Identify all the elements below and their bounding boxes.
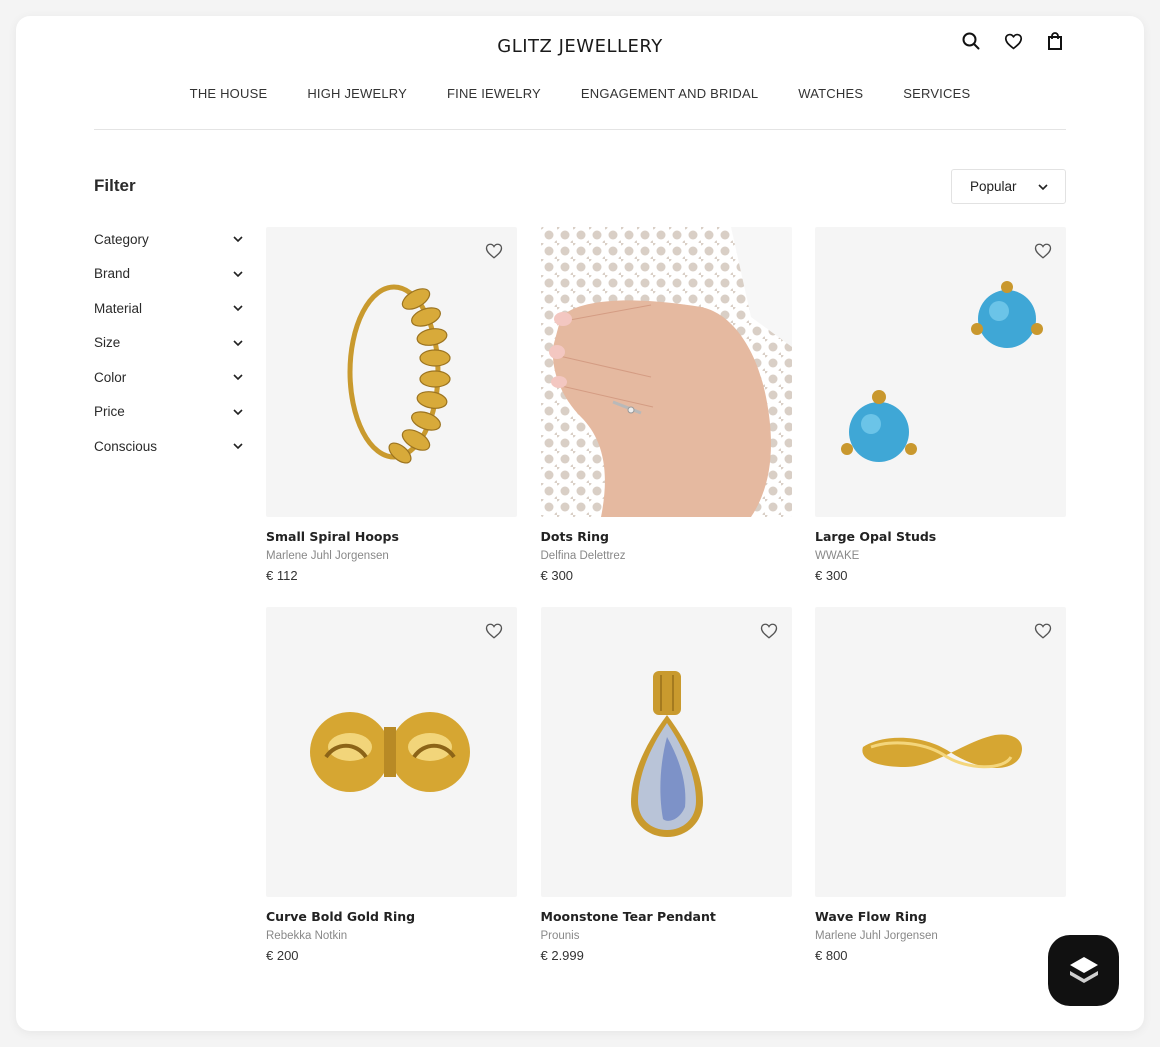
product-price: € 300 xyxy=(815,568,848,583)
product-image[interactable] xyxy=(266,607,517,897)
heart-icon[interactable] xyxy=(760,622,778,640)
product-name[interactable]: Curve Bold Gold Ring xyxy=(266,909,517,924)
filter-list: Category Brand Material Size Color Price xyxy=(94,222,244,464)
bold-gold-ring-image xyxy=(310,712,470,792)
nav-item-services[interactable]: SERVICES xyxy=(903,86,970,101)
opal-studs-image xyxy=(841,281,1043,462)
product-image[interactable] xyxy=(815,607,1066,897)
heart-icon[interactable] xyxy=(1002,30,1024,52)
nav-item-watches[interactable]: WATCHES xyxy=(798,86,863,101)
sort-dropdown[interactable]: Popular xyxy=(951,169,1066,204)
chevron-down-icon xyxy=(233,443,243,450)
page-window: GLITZ JEWELLERY THE HOUSE HIGH JEWELRY F… xyxy=(16,16,1144,1031)
product-brand: Delfina Delettrez xyxy=(540,550,626,562)
product-card[interactable]: Small Spiral Hoops Marlene Juhl Jorgense… xyxy=(266,227,517,583)
product-name[interactable]: Wave Flow Ring xyxy=(815,909,1066,924)
product-card[interactable]: Moonstone Tear Pendant Prounis € 2.999 xyxy=(540,607,792,963)
product-card[interactable]: Wave Flow Ring Marlene Juhl Jorgensen € … xyxy=(815,607,1066,963)
product-card[interactable]: Dots Ring Delfina Delettrez € 300 xyxy=(540,227,792,583)
product-price: € 112 xyxy=(266,568,298,583)
nav-item-fine-jewelry[interactable]: FINE IEWELRY xyxy=(447,86,541,101)
spiral-hoop-image xyxy=(347,284,451,464)
heart-icon[interactable] xyxy=(485,242,503,260)
product-brand: WWAKE xyxy=(815,550,860,562)
heart-icon[interactable] xyxy=(485,622,503,640)
product-card[interactable]: Large Opal Studs WWAKE € 300 xyxy=(815,227,1066,583)
chevron-down-icon xyxy=(233,236,243,243)
hand-with-ring-image xyxy=(540,227,792,517)
filter-title: Filter xyxy=(94,176,136,195)
product-brand: Marlene Juhl Jorgensen xyxy=(266,550,389,562)
product-brand: Marlene Juhl Jorgensen xyxy=(815,930,938,942)
product-name[interactable]: Large Opal Studs xyxy=(815,529,1066,544)
filter-label: Conscious xyxy=(94,438,158,454)
product-card[interactable]: Curve Bold Gold Ring Rebekka Notkin € 20… xyxy=(266,607,517,963)
layers-app-button[interactable] xyxy=(1048,935,1119,1006)
layers-icon xyxy=(1069,956,1098,983)
main-nav: THE HOUSE HIGH JEWELRY FINE IEWELRY ENGA… xyxy=(94,86,1066,101)
filter-label: Brand xyxy=(94,266,131,282)
moonstone-pendant-image xyxy=(630,671,703,837)
header-divider xyxy=(94,129,1066,130)
product-image[interactable] xyxy=(266,227,517,517)
product-grid: Small Spiral Hoops Marlene Juhl Jorgense… xyxy=(266,227,1066,963)
product-brand: Rebekka Notkin xyxy=(266,930,348,942)
filter-conscious[interactable]: Conscious xyxy=(94,429,244,464)
chevron-down-icon xyxy=(233,305,243,312)
filter-category[interactable]: Category xyxy=(94,222,244,257)
product-name[interactable]: Moonstone Tear Pendant xyxy=(541,909,792,924)
filter-size[interactable]: Size xyxy=(94,326,244,361)
filter-label: Material xyxy=(94,300,143,316)
nav-item-the-house[interactable]: THE HOUSE xyxy=(190,86,268,101)
heart-icon[interactable] xyxy=(1034,622,1052,640)
product-image[interactable] xyxy=(815,227,1066,517)
chevron-down-icon xyxy=(233,409,243,415)
filter-color[interactable]: Color xyxy=(94,360,244,395)
filter-label: Category xyxy=(94,231,149,247)
product-image[interactable] xyxy=(540,227,792,517)
filter-label: Price xyxy=(94,404,125,420)
filter-material[interactable]: Material xyxy=(94,291,244,326)
filter-label: Color xyxy=(94,369,127,385)
product-name[interactable]: Small Spiral Hoops xyxy=(266,529,517,544)
brand-logo[interactable]: GLITZ JEWELLERY xyxy=(94,36,1066,57)
filter-brand[interactable]: Brand xyxy=(94,257,244,292)
product-brand: Prounis xyxy=(540,930,580,942)
sort-selected-value: Popular xyxy=(970,179,1017,194)
product-price: € 300 xyxy=(540,568,574,583)
product-price: € 2.999 xyxy=(540,948,584,963)
product-price: € 200 xyxy=(266,948,299,963)
header-actions xyxy=(960,30,1066,52)
search-icon[interactable] xyxy=(960,30,982,52)
product-price: € 800 xyxy=(815,948,848,963)
nav-item-high-jewelry[interactable]: HIGH JEWELRY xyxy=(307,86,407,101)
wave-ring-image xyxy=(862,734,1023,769)
chevron-down-icon xyxy=(233,374,243,381)
filter-price[interactable]: Price xyxy=(94,395,244,430)
chevron-down-icon xyxy=(1038,183,1048,190)
product-image[interactable] xyxy=(540,607,792,897)
heart-icon[interactable] xyxy=(1034,242,1052,260)
chevron-down-icon xyxy=(233,340,243,346)
filter-label: Size xyxy=(94,335,121,351)
product-name[interactable]: Dots Ring xyxy=(541,529,792,544)
bag-icon[interactable] xyxy=(1044,30,1066,52)
chevron-down-icon xyxy=(233,271,243,277)
nav-item-engagement-and-bridal[interactable]: ENGAGEMENT AND BRIDAL xyxy=(581,86,758,101)
